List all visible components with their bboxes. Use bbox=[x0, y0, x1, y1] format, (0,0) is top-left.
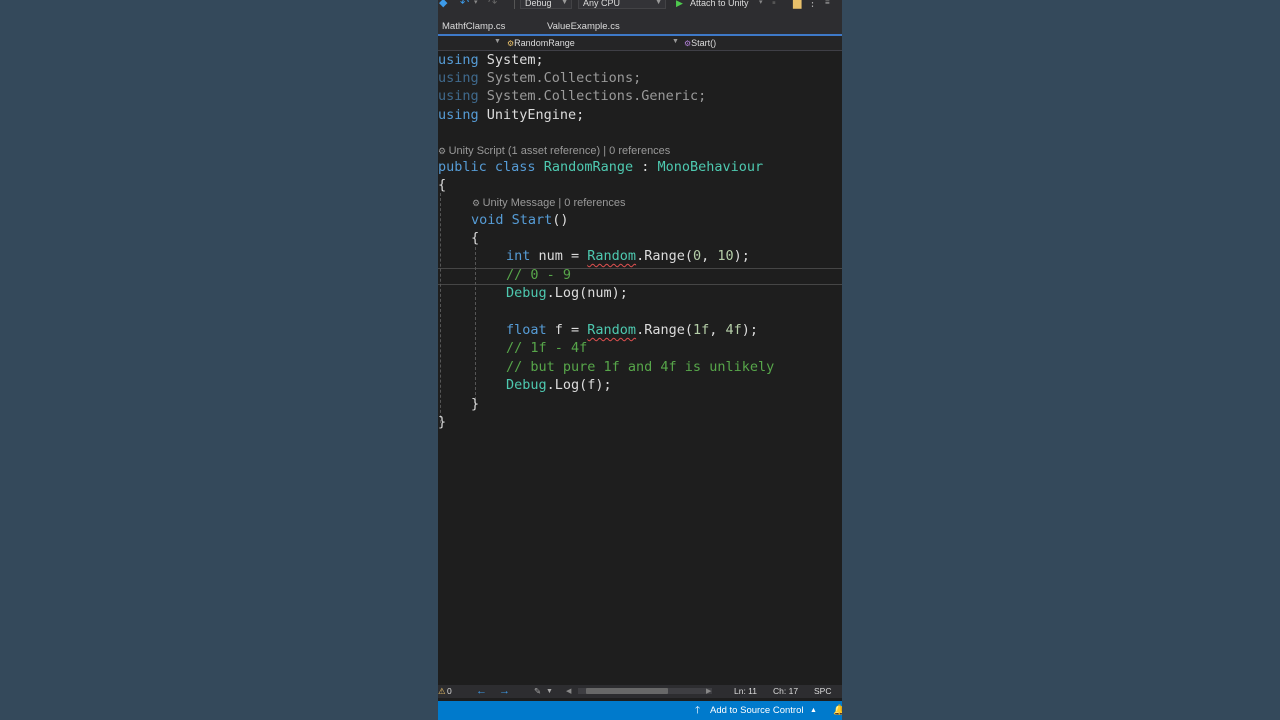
code-line: using System; bbox=[438, 52, 544, 68]
whitespace-mode[interactable]: SPC bbox=[814, 685, 831, 698]
configuration-select[interactable]: Debug ▼ bbox=[520, 0, 572, 9]
code-line: Debug.Log(f); bbox=[506, 377, 612, 393]
play-icon[interactable]: ▶ bbox=[676, 0, 683, 9]
indent-guide bbox=[440, 193, 441, 423]
solution-icon[interactable]: ◆ bbox=[439, 0, 447, 9]
brush-icon[interactable]: ✎ bbox=[534, 685, 541, 698]
chevron-up-icon[interactable]: ▲ bbox=[810, 701, 817, 720]
overflow-icon[interactable]: ≡ bbox=[825, 0, 830, 9]
scroll-right-icon[interactable]: ▶ bbox=[706, 685, 711, 698]
unity-icon: ⚙ bbox=[472, 198, 483, 208]
unity-icon: ⚙ bbox=[438, 146, 449, 156]
code-editor[interactable]: using System; using System.Collections; … bbox=[438, 51, 842, 685]
status-bar: 🡑 Add to Source Control ▲ 🔔 bbox=[438, 701, 842, 720]
code-line: { bbox=[438, 177, 447, 193]
navigation-bar: ▼ ⚙RandomRange ▼ ⚙Start() bbox=[438, 36, 842, 51]
code-line: int num = Random.Range(0, 10); bbox=[506, 248, 750, 264]
code-comment: // 0 - 9 bbox=[506, 267, 572, 283]
scrollbar-thumb[interactable] bbox=[586, 688, 668, 694]
more-icon[interactable]: ⋮ bbox=[807, 0, 818, 9]
scroll-left-icon[interactable]: ◀ bbox=[566, 685, 571, 698]
code-comment: // 1f - 4f bbox=[506, 340, 588, 356]
arrow-right-icon[interactable]: → bbox=[499, 685, 510, 698]
folder-icon[interactable]: ▆ bbox=[793, 0, 801, 9]
arrow-left-icon[interactable]: ← bbox=[476, 685, 487, 698]
code-line: using System.Collections.Generic; bbox=[438, 88, 707, 104]
toolbar-separator bbox=[514, 0, 515, 9]
current-line-highlight bbox=[438, 268, 842, 285]
tab-valueexample[interactable]: ValueExample.cs bbox=[547, 21, 620, 32]
code-line: using System.Collections; bbox=[438, 70, 642, 86]
step-icon[interactable]: ▪ bbox=[772, 0, 776, 9]
visual-studio-window: ◆ ↶ ▾ ↷ Debug ▼ Any CPU ▼ ▶ Attach to Un… bbox=[438, 0, 842, 720]
code-line: Debug.Log(num); bbox=[506, 285, 628, 301]
platform-select[interactable]: Any CPU ▼ bbox=[578, 0, 666, 9]
code-line: void Start() bbox=[471, 212, 569, 228]
platform-value: Any CPU bbox=[583, 0, 621, 8]
chevron-down-icon: ▼ bbox=[561, 0, 568, 6]
code-line: { bbox=[471, 230, 480, 246]
member-selector-label: Start() bbox=[691, 38, 717, 48]
undo-icon[interactable]: ↶ bbox=[460, 0, 469, 9]
toolbar: ◆ ↶ ▾ ↷ Debug ▼ Any CPU ▼ ▶ Attach to Un… bbox=[438, 0, 842, 10]
indent-guide bbox=[475, 247, 476, 405]
chevron-down-icon[interactable]: ▼ bbox=[494, 38, 501, 45]
undo-dropdown-icon[interactable]: ▾ bbox=[474, 0, 478, 9]
tab-mathfclamp[interactable]: MathfClamp.cs bbox=[442, 21, 505, 32]
add-to-source-control-button[interactable]: Add to Source Control bbox=[710, 701, 803, 720]
codelens-method-text: Unity Message | 0 references bbox=[482, 197, 626, 209]
attach-to-unity-button[interactable]: Attach to Unity bbox=[690, 0, 749, 9]
class-selector[interactable]: ⚙RandomRange bbox=[507, 37, 575, 50]
codelens-class[interactable]: ⚙ Unity Script (1 asset reference) | 0 r… bbox=[438, 144, 670, 158]
issue-count[interactable]: 0 bbox=[447, 685, 452, 698]
code-comment: // but pure 1f and 4f is unlikely bbox=[506, 359, 775, 375]
configuration-value: Debug bbox=[525, 0, 552, 8]
editor-status-strip: ⚠ 0 ← → ✎ ▼ ◀ ▶ Ln: 11 Ch: 17 SPC bbox=[438, 685, 842, 698]
member-selector[interactable]: ⚙Start() bbox=[684, 37, 716, 50]
code-line: } bbox=[471, 396, 480, 412]
code-line: } bbox=[438, 414, 447, 430]
chevron-down-icon[interactable]: ▾ bbox=[759, 0, 763, 9]
warning-icon[interactable]: ⚠ bbox=[438, 685, 446, 698]
chevron-down-icon[interactable]: ▼ bbox=[672, 38, 679, 45]
notification-bell-icon[interactable]: 🔔 bbox=[833, 701, 842, 720]
chevron-down-icon: ▼ bbox=[655, 0, 662, 6]
class-selector-label: RandomRange bbox=[514, 38, 575, 48]
redo-icon[interactable]: ↷ bbox=[488, 0, 497, 9]
codelens-method[interactable]: ⚙ Unity Message | 0 references bbox=[472, 196, 625, 210]
line-number[interactable]: Ln: 11 bbox=[734, 685, 757, 698]
column-number[interactable]: Ch: 17 bbox=[773, 685, 798, 698]
arrow-up-icon: 🡑 bbox=[695, 705, 701, 716]
code-line: float f = Random.Range(1f, 4f); bbox=[506, 322, 759, 338]
chevron-down-icon[interactable]: ▼ bbox=[546, 685, 553, 698]
codelens-class-text: Unity Script (1 asset reference) | 0 ref… bbox=[448, 145, 671, 157]
code-line: using UnityEngine; bbox=[438, 107, 585, 123]
code-line: public class RandomRange : MonoBehaviour bbox=[438, 159, 764, 175]
